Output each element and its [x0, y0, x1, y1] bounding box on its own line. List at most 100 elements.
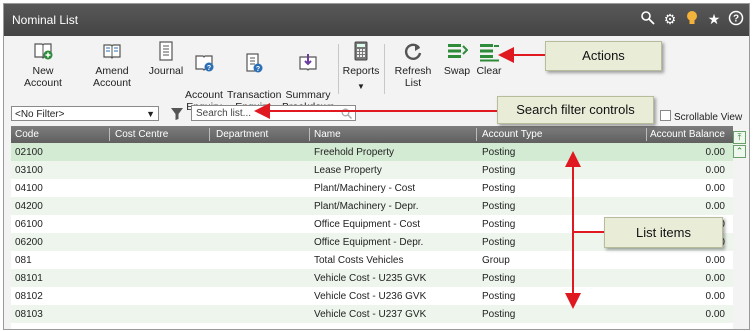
column-divider[interactable] — [109, 128, 110, 141]
cell-code: 03100 — [15, 165, 43, 176]
filter-select-value: <No Filter> — [15, 109, 65, 120]
amend-account-button[interactable]: Amend Account — [78, 40, 146, 89]
cell-type: Posting — [482, 201, 516, 212]
scroll-top-icon[interactable]: ⤒ — [733, 131, 746, 144]
cell-code: 06100 — [15, 219, 43, 230]
table-row[interactable]: 08102 Vehicle Cost - U236 GVK Posting 0.00 — [11, 287, 733, 305]
lightbulb-icon[interactable] — [683, 10, 701, 28]
vertical-scrollbar[interactable]: ⤒ ⌃ — [733, 126, 746, 329]
column-header-account-balance[interactable]: Account Balance — [650, 129, 725, 140]
funnel-icon[interactable] — [170, 107, 184, 121]
cell-balance: 0.00 — [705, 183, 725, 194]
toolbar-separator — [338, 44, 339, 94]
reports-button[interactable]: Reports ▼ — [341, 40, 381, 93]
reports-label: Reports — [342, 65, 380, 77]
column-header-cost-centre[interactable]: Cost Centre — [115, 129, 168, 140]
cell-balance: 0.00 — [705, 273, 725, 284]
table-row[interactable]: 04100 Plant/Machinery - Cost Posting 0.00 — [11, 179, 733, 197]
swap-label: Swap — [443, 65, 471, 77]
cell-name: Office Equipment - Cost — [314, 219, 420, 230]
title-bar: Nominal List ⚙ ★ ? — [4, 4, 749, 36]
swap-icon — [448, 44, 468, 58]
new-account-button[interactable]: New Account — [14, 40, 72, 89]
cell-code: 081 — [15, 255, 32, 266]
gear-icon[interactable]: ⚙ — [661, 10, 679, 28]
filter-select[interactable]: <No Filter> ▼ — [11, 106, 159, 121]
search-icon — [341, 108, 352, 119]
search-input[interactable]: Search list... — [191, 105, 356, 121]
callout-list-text: List items — [636, 225, 691, 240]
table-row[interactable]: 08101 Vehicle Cost - U235 GVK Posting 0.00 — [11, 269, 733, 287]
cell-type: Posting — [482, 183, 516, 194]
journal-label: Journal — [148, 65, 184, 77]
column-header-account-type[interactable]: Account Type — [482, 129, 542, 140]
column-divider[interactable] — [646, 128, 647, 141]
svg-text:?: ? — [256, 66, 260, 73]
cell-type: Posting — [482, 147, 516, 158]
column-header-department[interactable]: Department — [216, 129, 268, 140]
book-question-icon: ? — [195, 55, 214, 72]
column-header-name[interactable]: Name — [314, 129, 341, 140]
cell-name: Plant/Machinery - Cost — [314, 183, 416, 194]
svg-text:?: ? — [733, 14, 739, 25]
cell-type: Posting — [482, 273, 516, 284]
cell-balance: 0.00 — [705, 201, 725, 212]
cell-name: Plant/Machinery - Depr. — [314, 201, 419, 212]
search-placeholder: Search list... — [196, 108, 252, 119]
swap-button[interactable]: Swap — [443, 40, 471, 77]
book-open-icon — [103, 44, 121, 59]
table-row[interactable]: 081 Total Costs Vehicles Group 0.00 — [11, 251, 733, 269]
cell-code: 04200 — [15, 201, 43, 212]
search-settings-icon[interactable] — [639, 10, 657, 28]
scrollable-view-label: Scrollable View — [674, 112, 743, 123]
cell-name: Office Equipment - Depr. — [314, 237, 424, 248]
refresh-list-button[interactable]: Refresh List — [387, 40, 439, 89]
cell-name: Vehicle Cost - U235 GVK — [314, 273, 427, 284]
cell-name: Lease Property — [314, 165, 382, 176]
column-divider[interactable] — [476, 128, 477, 141]
callout-search-text: Search filter controls — [516, 102, 635, 117]
table-row[interactable]: 04200 Plant/Machinery - Depr. Posting 0.00 — [11, 197, 733, 215]
refresh-icon — [404, 43, 422, 60]
cell-code: 08103 — [15, 309, 43, 320]
cell-code: 04100 — [15, 183, 43, 194]
checkbox-box[interactable] — [660, 110, 671, 121]
column-header-code[interactable]: Code — [15, 129, 39, 140]
clear-icon — [480, 44, 499, 62]
cell-balance: 0.00 — [705, 147, 725, 158]
svg-text:?: ? — [207, 65, 211, 72]
cell-balance: 0.00 — [705, 255, 725, 266]
column-divider[interactable] — [309, 128, 310, 141]
document-icon — [159, 41, 173, 61]
cell-name: Freehold Property — [314, 147, 395, 158]
reports-dropdown-icon[interactable]: ▼ — [341, 81, 381, 93]
star-icon[interactable]: ★ — [705, 10, 723, 28]
callout-search: Search filter controls — [497, 96, 654, 124]
table-row[interactable]: 08103 Vehicle Cost - U237 GVK Posting 0.00 — [11, 305, 733, 323]
document-question-icon: ? — [246, 53, 263, 73]
cell-name: Total Costs Vehicles — [314, 255, 404, 266]
cell-code: 08102 — [15, 291, 43, 302]
table-row[interactable]: 02100 Freehold Property Posting 0.00 — [11, 143, 733, 161]
amend-account-label: Amend Account — [93, 65, 131, 89]
cell-code: 08101 — [15, 273, 43, 284]
table-row[interactable]: 03100 Lease Property Posting 0.00 — [11, 161, 733, 179]
clear-button[interactable]: Clear — [474, 40, 504, 77]
journal-button[interactable]: Journal — [148, 40, 184, 77]
book-plus-icon — [34, 43, 53, 60]
callout-list-items: List items — [604, 217, 723, 248]
scrollable-view-checkbox[interactable]: Scrollable View — [660, 110, 742, 123]
help-icon[interactable]: ? — [727, 10, 745, 28]
window-title: Nominal List — [12, 13, 79, 27]
cell-type: Posting — [482, 165, 516, 176]
scroll-up-icon[interactable]: ⌃ — [733, 145, 746, 158]
cell-balance: 0.00 — [705, 165, 725, 176]
title-bar-icons: ⚙ ★ ? — [639, 10, 745, 28]
callout-actions: Actions — [545, 41, 662, 71]
cell-name: Vehicle Cost - U237 GVK — [314, 309, 427, 320]
cell-type: Group — [482, 255, 510, 266]
column-divider[interactable] — [209, 128, 210, 141]
cell-type: Posting — [482, 291, 516, 302]
clear-label: Clear — [476, 65, 502, 77]
cell-name: Vehicle Cost - U236 GVK — [314, 291, 427, 302]
